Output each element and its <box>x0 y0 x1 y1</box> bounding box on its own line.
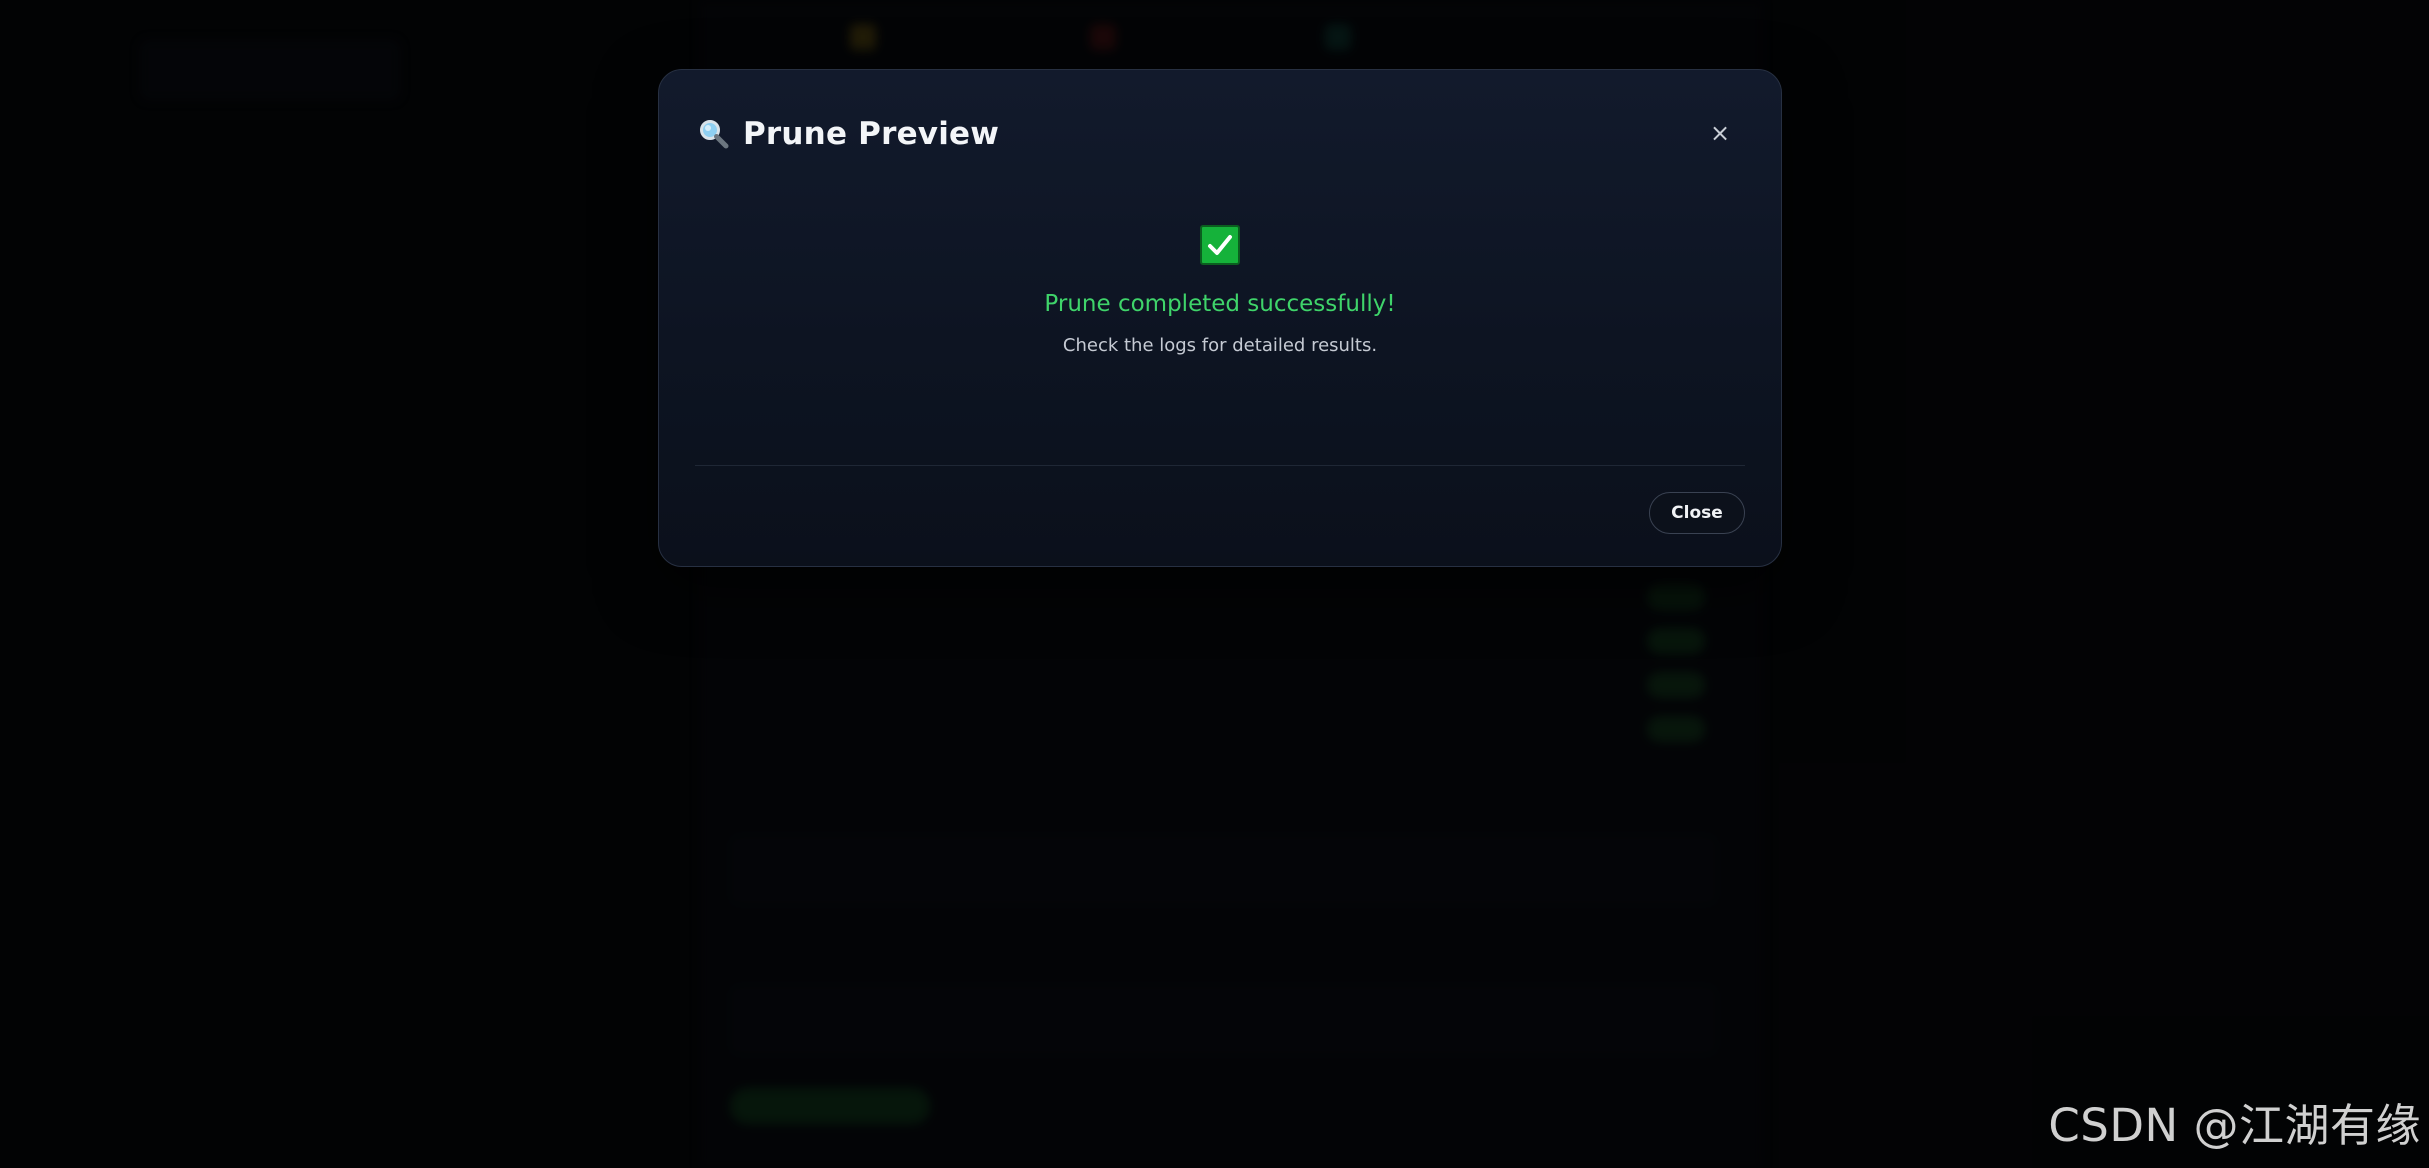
prune-preview-modal: Prune Preview × Prune completed successf… <box>658 69 1782 567</box>
close-button[interactable]: Close <box>1649 492 1745 534</box>
modal-header: Prune Preview × <box>697 106 1743 162</box>
close-icon[interactable]: × <box>1705 118 1735 148</box>
search-icon <box>697 117 731 151</box>
watermark: CSDN @江湖有缘 <box>2048 1099 2421 1152</box>
modal-body: Prune completed successfully! Check the … <box>659 225 1781 356</box>
detail-message: Check the logs for detailed results. <box>1062 335 1378 356</box>
modal-divider <box>695 465 1745 466</box>
modal-title: Prune Preview <box>743 116 1000 152</box>
check-mark-icon <box>1200 225 1240 265</box>
success-message: Prune completed successfully! <box>1044 291 1396 317</box>
